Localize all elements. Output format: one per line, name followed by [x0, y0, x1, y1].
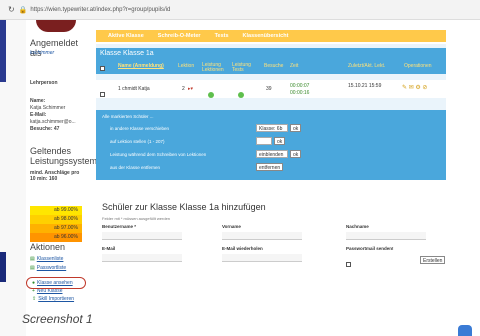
- class-title: Klasse Klasse 1a: [96, 48, 446, 60]
- username[interactable]: kschimmer: [30, 50, 54, 56]
- label-send-password: Passwortmail senden!: [346, 246, 394, 251]
- firstname-input[interactable]: [222, 232, 302, 240]
- row-checkbox[interactable]: [100, 92, 105, 97]
- col-lesson: Lektion: [178, 63, 195, 69]
- profile-name-label: Name:: [30, 98, 46, 104]
- student-lesson: 2: [182, 86, 185, 92]
- side-tab-2: [0, 252, 6, 282]
- screenshot-caption: Screenshot 1: [22, 312, 93, 326]
- time-2: 00:00:16: [290, 90, 310, 96]
- side-tab: [0, 20, 6, 82]
- col-visits: Besuche: [264, 63, 284, 69]
- tab-typing-meter[interactable]: Schreib-O-Meter: [156, 32, 203, 40]
- grade-row: ab 97.00%: [30, 224, 82, 233]
- col-perf-lessons: Leistung Lektionen: [202, 62, 224, 73]
- link-skill-import[interactable]: ⇪ Skill Importieren: [32, 296, 74, 302]
- reload-icon[interactable]: ↻: [8, 5, 15, 14]
- email-repeat-input[interactable]: [222, 254, 302, 262]
- role-label: Lehrperson: [30, 80, 58, 86]
- profile-visits: Besuche: 47: [30, 126, 60, 132]
- grade-row: ab 96.00%: [30, 233, 82, 242]
- list-icon: ▤: [30, 256, 35, 262]
- bulk-move-select[interactable]: Klasse: 6b: [256, 124, 288, 132]
- label-email-repeat: E-Mail wiederholen: [222, 246, 263, 251]
- lastname-input[interactable]: [346, 232, 426, 240]
- profile-email-label: E-Mail:: [30, 112, 47, 118]
- table-row: 1 chmidt Katja 2 ▸▾ 39 00:00:07 00:00:16…: [96, 80, 446, 98]
- min-strokes-note: mind. Anschläge pro 10 min: 160: [30, 170, 80, 183]
- bulk-perf-label: Leistung während dem Schreiben von Lekti…: [110, 152, 207, 157]
- table-header: Name (Anmeldung) Lektion Leistung Lektio…: [96, 60, 446, 74]
- highlight-circle: [26, 277, 86, 289]
- student-visits: 39: [266, 86, 272, 92]
- grading-heading: Geltendes Leistungssystem:: [30, 146, 100, 166]
- create-button[interactable]: Erstellen: [420, 256, 446, 264]
- profile-name: Katja Schimmer: [30, 105, 66, 111]
- col-operations: Operationen: [404, 63, 432, 69]
- bulk-lesson-ok[interactable]: ok: [274, 137, 286, 145]
- bulk-remove-label: aus der Klasse entfernen: [110, 165, 161, 170]
- email-input[interactable]: [102, 254, 182, 262]
- col-last-lesson: Zuletzt/Akt. Lekt.: [348, 63, 386, 69]
- profile-email: katja.schimmer@o...: [30, 119, 76, 125]
- add-student-title: Schüler zur Klasse Klasse 1a hinzufügen: [102, 202, 266, 212]
- bulk-lesson-label: auf Lektion stellen (1 - 207): [110, 139, 165, 144]
- select-all-checkbox[interactable]: [100, 66, 105, 71]
- grade-row: ab 98.00%: [30, 215, 82, 224]
- label-lastname: Nachname: [346, 224, 369, 229]
- col-name[interactable]: Name (Anmeldung): [118, 63, 164, 69]
- tab-active-class[interactable]: Aktive Klasse: [106, 32, 146, 40]
- import-icon: ⇪: [32, 296, 37, 302]
- bulk-move-ok[interactable]: ok: [290, 124, 302, 132]
- col-time: Zeit: [290, 63, 299, 69]
- bulk-perf-select[interactable]: einblenden: [256, 150, 288, 158]
- operation-icons[interactable]: ✎ ✉ ⚙ ⊘: [402, 84, 427, 91]
- grade-row: ab 99.00%: [30, 206, 82, 215]
- site-logo: [36, 20, 76, 32]
- main-content: Aktive Klasse Schreib-O-Meter Tests Klas…: [96, 20, 480, 336]
- col-perf-tests: Leistung Tests: [232, 62, 251, 73]
- required-note: Felder mit * müssen ausgefüllt werden: [102, 216, 171, 221]
- lesson-arrows-icon[interactable]: ▸▾: [188, 86, 193, 92]
- list-icon: ▤: [30, 265, 35, 271]
- time-1: 00:00:07: [290, 83, 310, 89]
- bulk-remove-button[interactable]: entfernen: [256, 163, 284, 171]
- left-strip: [0, 20, 26, 336]
- lock-icon: 🔒: [18, 6, 28, 14]
- tab-tests[interactable]: Tests: [213, 32, 231, 40]
- corner-badge: [458, 325, 472, 336]
- label-firstname: Vorname: [222, 224, 241, 229]
- send-password-checkbox[interactable]: [346, 254, 351, 272]
- bulk-lesson-input[interactable]: [256, 137, 272, 145]
- bulk-move-label: in andere Klasse verschieben: [110, 126, 170, 131]
- label-username: Benutzername *: [102, 224, 137, 229]
- bulk-perf-ok[interactable]: ok: [290, 150, 302, 158]
- actions-heading: Aktionen: [30, 242, 66, 252]
- grade-scale: ab 99.00% ab 98.00% ab 97.00% ab 96.00%: [30, 206, 82, 242]
- username-input[interactable]: [102, 232, 182, 240]
- link-class-list[interactable]: ▤ Klassenliste: [30, 256, 63, 262]
- bulk-actions: Alle markierten Schüler ... in andere Kl…: [96, 110, 446, 180]
- top-navigation: Aktive Klasse Schreib-O-Meter Tests Klas…: [96, 30, 446, 42]
- link-password-list[interactable]: ▤ Passwortliste: [30, 265, 66, 271]
- bulk-title: Alle markierten Schüler ...: [102, 114, 154, 119]
- url-text[interactable]: https://wien.typewriter.at/index.php?r=g…: [30, 7, 170, 13]
- last-lesson-date: 15.10.21 15:59: [348, 83, 382, 89]
- address-bar[interactable]: ↻ 🔒 https://wien.typewriter.at/index.php…: [0, 0, 480, 20]
- tab-class-overview[interactable]: Klassenübersicht: [241, 32, 291, 40]
- label-email: E-Mail: [102, 246, 116, 251]
- student-name[interactable]: 1 chmidt Katja: [118, 86, 150, 92]
